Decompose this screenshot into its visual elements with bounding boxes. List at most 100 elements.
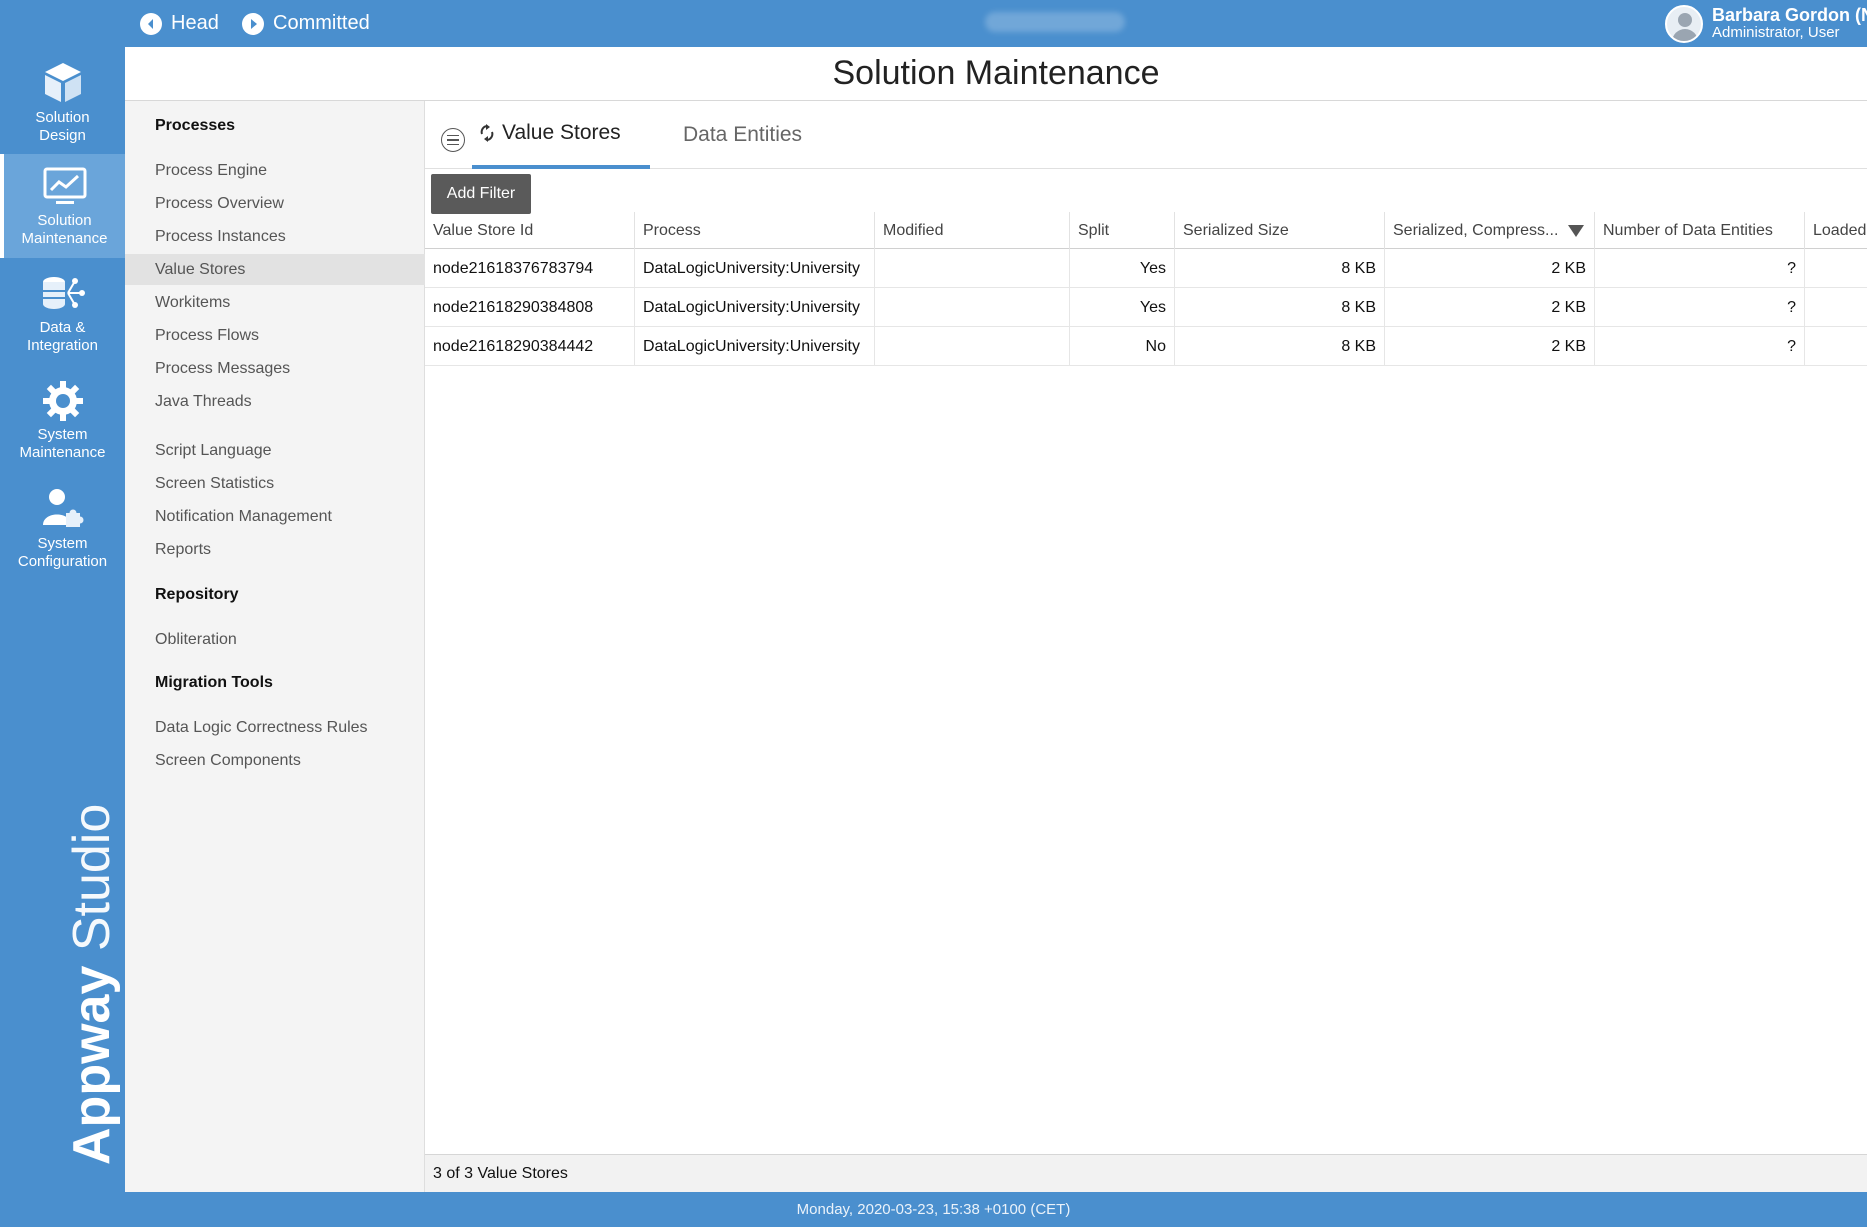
add-filter-button[interactable]: Add Filter (431, 174, 531, 214)
cell-serialized-size: 8 KB (1175, 288, 1385, 327)
cell-serialized-size: 8 KB (1175, 249, 1385, 288)
sidebar-item-process-overview[interactable]: Process Overview (125, 188, 425, 219)
cell-serialized-compressed: 2 KB (1385, 327, 1595, 366)
cell-serialized-size: 8 KB (1175, 327, 1385, 366)
cell-process: DataLogicUniversity:University (635, 288, 875, 327)
refresh-icon (480, 124, 494, 142)
nav-label: Solution (37, 212, 92, 229)
blurred-text (985, 12, 1125, 32)
sidebar-item-workitems[interactable]: Workitems (125, 287, 425, 318)
head-button[interactable]: Head (140, 0, 219, 47)
nav-label: Data & (39, 319, 86, 336)
status-bar: Monday, 2020-03-23, 15:38 +0100 (CET) (0, 1192, 1867, 1227)
sidebar-item-java-threads[interactable]: Java Threads (125, 386, 425, 417)
nav-solution-maintenance[interactable]: Solution Maintenance (0, 154, 125, 258)
sidebar-item-process-flows[interactable]: Process Flows (125, 320, 425, 351)
cell-modified (875, 249, 1070, 288)
back-arrow-icon (140, 12, 162, 35)
column-header-label: Serialized, Compress... (1393, 221, 1559, 239)
gear-icon (42, 381, 83, 421)
cell-loaded (1805, 327, 1867, 366)
sidebar-item-process-engine[interactable]: Process Engine (125, 155, 425, 186)
sidebar-item-screen-statistics[interactable]: Screen Statistics (125, 468, 425, 499)
column-header-serialized-compressed[interactable]: Serialized, Compress... (1385, 212, 1595, 249)
nav-label: Solution (35, 109, 90, 126)
cube-icon (44, 63, 81, 102)
user-menu[interactable]: Barbara Gordon (NE Administrator, User (1665, 0, 1867, 47)
cell-loaded (1805, 249, 1867, 288)
cell-split: No (1070, 327, 1175, 366)
section-sidebar: Processes Process Engine Process Overvie… (125, 101, 425, 1192)
tab-value-stores[interactable]: Value Stores (472, 101, 650, 169)
status-datetime: Monday, 2020-03-23, 15:38 +0100 (CET) (796, 1201, 1071, 1218)
column-header-value-store-id[interactable]: Value Store Id (425, 212, 635, 249)
database-network-icon (42, 277, 85, 309)
cell-modified (875, 288, 1070, 327)
nav-label: Design (39, 127, 86, 144)
sidebar-item-process-instances[interactable]: Process Instances (125, 221, 425, 252)
appway-studio-logo: Appway Studio (63, 803, 121, 1165)
sidebar-item-process-messages[interactable]: Process Messages (125, 353, 425, 384)
cell-serialized-compressed: 2 KB (1385, 288, 1595, 327)
tab-label: Value Stores (502, 121, 621, 144)
sidebar-heading-processes: Processes (155, 117, 236, 134)
top-bar: Head Committed Barbara Gordon (NE Admini… (0, 0, 1867, 47)
column-header-number-of-data-entities[interactable]: Number of Data Entities (1595, 212, 1805, 249)
tab-bar: Value Stores Data Entities (425, 101, 1867, 169)
cell-number-of-data-entities: ? (1595, 288, 1805, 327)
cell-loaded (1805, 288, 1867, 327)
column-header-modified[interactable]: Modified (875, 212, 1070, 249)
table-footer-count: 3 of 3 Value Stores (425, 1154, 1867, 1192)
nav-system-maintenance[interactable]: System Maintenance (0, 368, 125, 472)
table-header: Value Store Id Process Modified Split Se… (425, 212, 1867, 249)
sidebar-item-obliteration[interactable]: Obliteration (125, 624, 425, 655)
sort-descending-icon[interactable] (1568, 225, 1584, 237)
avatar (1665, 4, 1703, 43)
cell-serialized-compressed: 2 KB (1385, 249, 1595, 288)
committed-button[interactable]: Committed (242, 0, 370, 47)
nav-label: System (37, 535, 88, 552)
cell-process: DataLogicUniversity:University (635, 249, 875, 288)
cell-process: DataLogicUniversity:University (635, 327, 875, 366)
sidebar-item-screen-components[interactable]: Screen Components (125, 745, 425, 776)
cell-split: Yes (1070, 288, 1175, 327)
main-content: Value Stores Data Entities Add Filter Va… (425, 101, 1867, 1192)
tab-label: Data Entities (683, 123, 803, 146)
play-icon (242, 12, 264, 35)
tab-data-entities[interactable]: Data Entities (683, 101, 802, 169)
main-nav-rail: Solution Design Solution Maintenance Dat… (0, 47, 125, 1192)
sidebar-item-value-stores[interactable]: Value Stores (125, 254, 425, 285)
column-header-process[interactable]: Process (635, 212, 875, 249)
user-name: Barbara Gordon (NE (1712, 5, 1867, 26)
user-puzzle-icon (42, 489, 83, 527)
table-row[interactable]: node21618376783794 DataLogicUniversity:U… (425, 249, 1867, 288)
nav-label: Integration (27, 337, 98, 354)
chart-monitor-icon (43, 167, 86, 204)
column-header-serialized-size[interactable]: Serialized Size (1175, 212, 1385, 249)
nav-system-configuration[interactable]: System Configuration (0, 475, 125, 579)
user-role: Administrator, User (1712, 24, 1840, 42)
nav-label: Maintenance (21, 230, 108, 247)
table-row[interactable]: node21618290384808 DataLogicUniversity:U… (425, 288, 1867, 327)
sidebar-heading-repository: Repository (155, 586, 239, 603)
sidebar-heading-migration-tools: Migration Tools (155, 674, 273, 691)
column-header-split[interactable]: Split (1070, 212, 1175, 249)
nav-solution-design[interactable]: Solution Design (0, 47, 125, 151)
nav-label: Maintenance (19, 444, 106, 461)
page-header: Solution Maintenance (125, 47, 1867, 101)
cell-value-store-id: node21618290384808 (425, 288, 635, 327)
sidebar-item-reports[interactable]: Reports (125, 534, 425, 565)
column-header-loaded[interactable]: Loaded (1805, 212, 1867, 249)
sidebar-item-notification-management[interactable]: Notification Management (125, 501, 425, 532)
head-label: Head (171, 12, 219, 34)
cell-value-store-id: node21618290384442 (425, 327, 635, 366)
sidebar-item-script-language[interactable]: Script Language (125, 435, 425, 466)
cell-number-of-data-entities: ? (1595, 249, 1805, 288)
cell-number-of-data-entities: ? (1595, 327, 1805, 366)
sidebar-item-data-logic-correctness-rules[interactable]: Data Logic Correctness Rules (125, 712, 425, 743)
table-row[interactable]: node21618290384442 DataLogicUniversity:U… (425, 327, 1867, 366)
cell-modified (875, 327, 1070, 366)
menu-icon[interactable] (441, 128, 465, 152)
nav-label: Configuration (17, 553, 108, 570)
nav-data-integration[interactable]: Data & Integration (0, 261, 125, 365)
